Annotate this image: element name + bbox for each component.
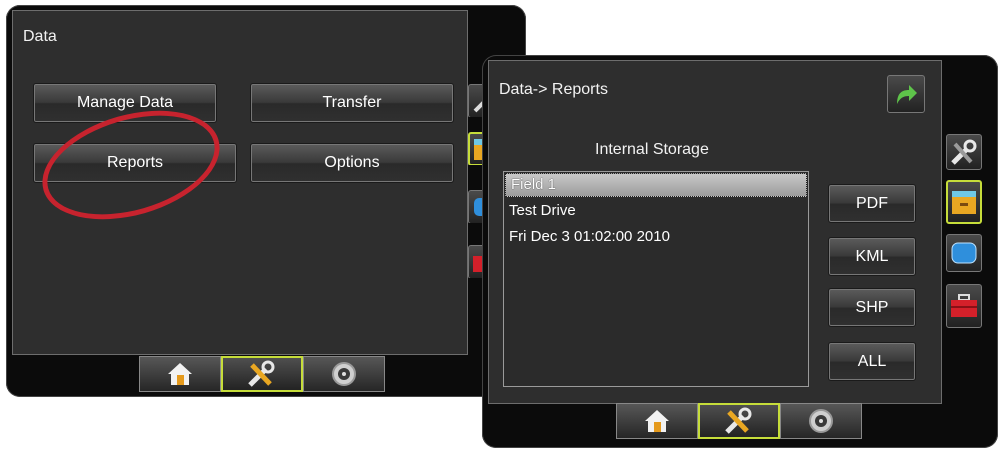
list-item-field-1[interactable]: Field 1 (505, 173, 807, 197)
back-button[interactable] (887, 75, 925, 113)
gauge-icon (809, 409, 833, 433)
gauge-icon (332, 362, 356, 386)
reports-device: Data-> Reports Internal Storage Field 1 … (482, 55, 998, 448)
side-tab-screen[interactable] (946, 234, 982, 272)
side-tab-toolbox[interactable] (946, 284, 982, 328)
tab-home[interactable] (616, 403, 698, 439)
back-arrow-icon (897, 85, 917, 104)
storage-label: Internal Storage (595, 141, 709, 158)
reports-screen: Data-> Reports Internal Storage Field 1 … (488, 60, 942, 404)
tools-icon (951, 139, 977, 165)
data-device: Data Manage Data Transfer Reports Option… (6, 5, 526, 397)
tab-tools[interactable] (221, 356, 303, 392)
list-item-date[interactable]: Fri Dec 3 01:02:00 2010 (504, 224, 808, 250)
page-title: Data (23, 28, 57, 45)
report-list: Field 1 Test Drive Fri Dec 3 01:02:00 20… (503, 171, 809, 387)
all-button[interactable]: ALL (828, 342, 916, 381)
tab-tools[interactable] (698, 403, 780, 439)
bottom-tab-bar (139, 356, 385, 392)
side-tab-data[interactable] (946, 180, 982, 224)
tab-home[interactable] (139, 356, 221, 392)
shp-button[interactable]: SHP (828, 288, 916, 327)
reports-button[interactable]: Reports (33, 143, 237, 183)
tab-gauge[interactable] (303, 356, 385, 392)
toolbox-icon (951, 294, 977, 317)
transfer-button[interactable]: Transfer (250, 83, 454, 123)
data-drawer-icon (952, 191, 976, 214)
bottom-tab-bar (616, 403, 862, 439)
page-title: Data-> Reports (499, 81, 608, 98)
tools-icon (248, 360, 275, 387)
home-icon (168, 363, 192, 385)
side-tab-tools[interactable] (946, 134, 982, 170)
pdf-button[interactable]: PDF (828, 184, 916, 223)
options-button[interactable]: Options (250, 143, 454, 183)
kml-button[interactable]: KML (828, 237, 916, 276)
home-icon (645, 410, 669, 432)
tab-gauge[interactable] (780, 403, 862, 439)
tools-icon (725, 407, 752, 434)
list-item-test-drive[interactable]: Test Drive (504, 198, 808, 224)
data-screen: Data Manage Data Transfer Reports Option… (12, 10, 468, 355)
screen-icon (951, 242, 977, 264)
manage-data-button[interactable]: Manage Data (33, 83, 217, 123)
